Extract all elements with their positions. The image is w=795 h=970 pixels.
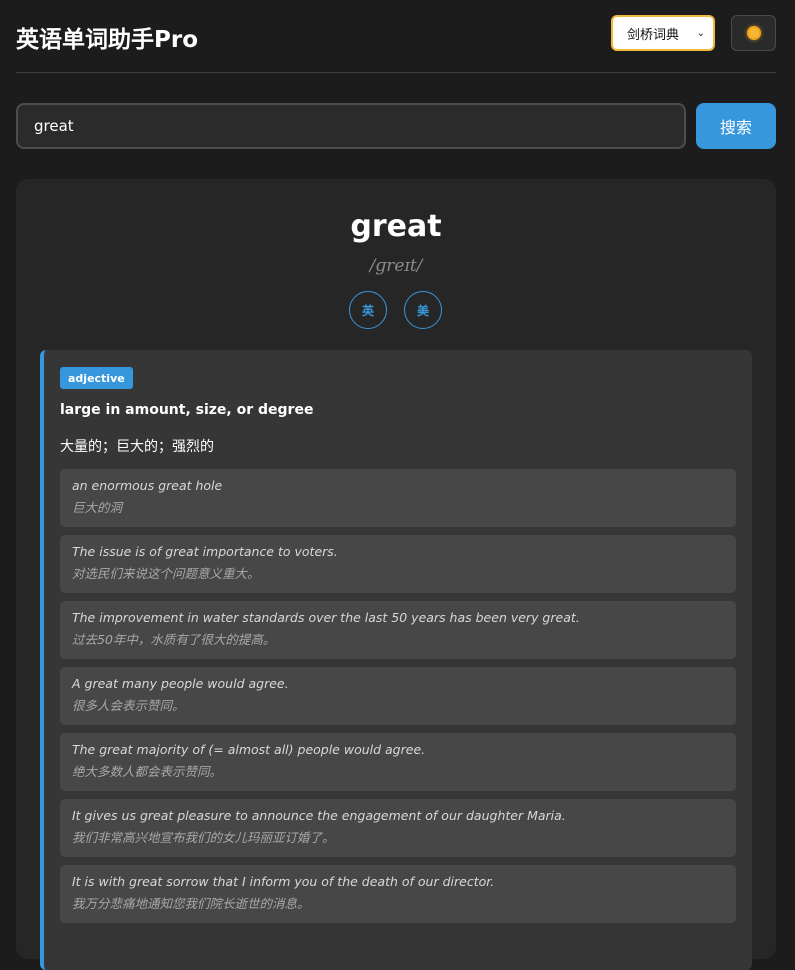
- app-title: 英语单词助手Pro: [16, 27, 199, 53]
- example-item: It is with great sorrow that I inform yo…: [60, 865, 736, 923]
- pronounce-us-button[interactable]: 美: [404, 291, 442, 329]
- app-header: 英语单词助手Pro 剑桥词典 ⌄: [16, 0, 776, 73]
- example-zh: 我万分悲痛地通知您我们院长逝世的消息。: [72, 896, 310, 911]
- example-en: A great many people would agree.: [72, 676, 289, 691]
- meaning-block: adjective large in amount, size, or degr…: [40, 350, 752, 970]
- search-input[interactable]: [16, 103, 686, 149]
- example-en: The great majority of (= almost all) peo…: [72, 742, 426, 757]
- sun-icon: [748, 28, 759, 38]
- example-zh: 绝大多数人都会表示赞同。: [72, 764, 223, 779]
- word-phonetic: /ɡreɪt/: [369, 256, 423, 276]
- example-zh: 过去50年中，水质有了很大的提高。: [72, 632, 276, 647]
- example-zh: 对选民们来说这个问题意义重大。: [72, 566, 260, 581]
- example-zh: 巨大的洞: [72, 500, 123, 515]
- example-item: The great majority of (= almost all) peo…: [60, 733, 736, 791]
- example-en: an enormous great hole: [72, 478, 223, 493]
- example-item: The issue is of great importance to vote…: [60, 535, 736, 593]
- definition-zh: 大量的；巨大的；强烈的: [60, 439, 214, 455]
- dictionary-select-value: 剑桥词典: [627, 27, 680, 43]
- part-of-speech-badge: adjective: [60, 367, 133, 389]
- example-en: It is with great sorrow that I inform yo…: [72, 874, 495, 889]
- search-button[interactable]: 搜索: [696, 103, 776, 149]
- example-item: A great many people would agree. 很多人会表示赞…: [60, 667, 736, 725]
- example-en: The improvement in water standards over …: [72, 610, 580, 625]
- chevron-down-icon: ⌄: [696, 27, 705, 39]
- example-item: The improvement in water standards over …: [60, 601, 736, 659]
- example-item: It gives us great pleasure to announce t…: [60, 799, 736, 857]
- dictionary-select[interactable]: 剑桥词典 ⌄: [611, 15, 715, 51]
- word-headword: great: [350, 209, 442, 244]
- definition-en: large in amount, size, or degree: [60, 402, 314, 418]
- example-en: It gives us great pleasure to announce t…: [72, 808, 566, 823]
- example-zh: 很多人会表示赞同。: [72, 698, 185, 713]
- example-en: The issue is of great importance to vote…: [72, 544, 338, 559]
- pronounce-uk-button[interactable]: 英: [349, 291, 387, 329]
- example-item: an enormous great hole 巨大的洞: [60, 469, 736, 527]
- word-card: great /ɡreɪt/ 英 美 adjective large in amo…: [16, 179, 776, 970]
- theme-toggle-button[interactable]: [731, 15, 776, 51]
- example-zh: 我们非常高兴地宣布我们的女儿玛丽亚订婚了。: [72, 830, 335, 845]
